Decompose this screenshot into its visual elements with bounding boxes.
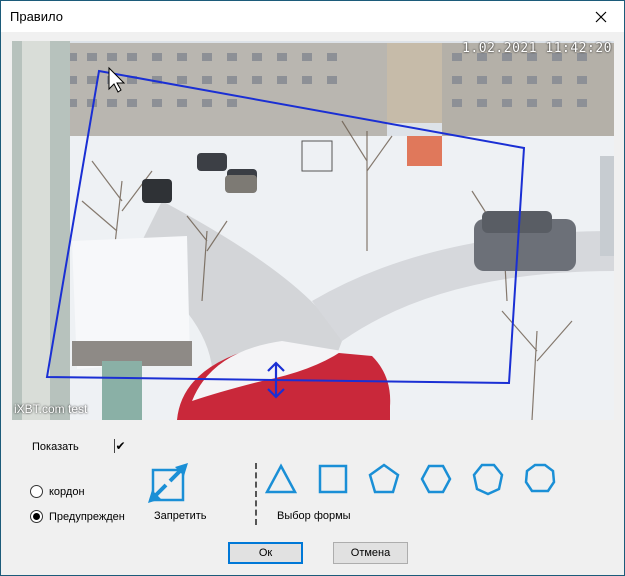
- cancel-button[interactable]: Отмена: [333, 542, 408, 564]
- hexagon-icon[interactable]: [419, 462, 453, 496]
- show-label: Показать: [32, 441, 79, 453]
- window-title: Правило: [10, 9, 63, 24]
- rule-dialog: Правило 1.02.2021 11:42:20 iXBT.com test…: [0, 0, 625, 576]
- square-icon[interactable]: [316, 462, 350, 496]
- deny-direction-icon: [148, 463, 188, 503]
- shape-select-label: Выбор формы: [277, 510, 351, 522]
- camera-scene: [12, 41, 614, 420]
- heptagon-icon[interactable]: [523, 462, 557, 496]
- triangle-icon[interactable]: [264, 462, 298, 496]
- checkmark-icon: ✔: [115, 439, 126, 453]
- deny-label: Запретить: [154, 510, 207, 522]
- radio-cordon-label: кордон: [49, 486, 85, 498]
- title-bar: Правило: [1, 1, 624, 32]
- ok-button[interactable]: Ок: [228, 542, 303, 564]
- hexagon-icon-2[interactable]: [471, 462, 505, 496]
- radio-cordon[interactable]: [30, 485, 43, 498]
- shape-separator: [255, 463, 257, 525]
- camera-watermark: iXBT.com test: [14, 402, 88, 416]
- radio-warning[interactable]: [30, 510, 43, 523]
- camera-timestamp: 1.02.2021 11:42:20: [462, 41, 612, 56]
- pentagon-icon[interactable]: [367, 462, 401, 496]
- show-checkbox[interactable]: ✔: [114, 439, 126, 453]
- deny-button[interactable]: [146, 461, 190, 505]
- radio-warning-label: Предупрежден: [49, 511, 125, 523]
- close-button[interactable]: [578, 1, 624, 32]
- close-icon: [595, 11, 607, 22]
- camera-preview[interactable]: 1.02.2021 11:42:20 iXBT.com test: [12, 41, 614, 420]
